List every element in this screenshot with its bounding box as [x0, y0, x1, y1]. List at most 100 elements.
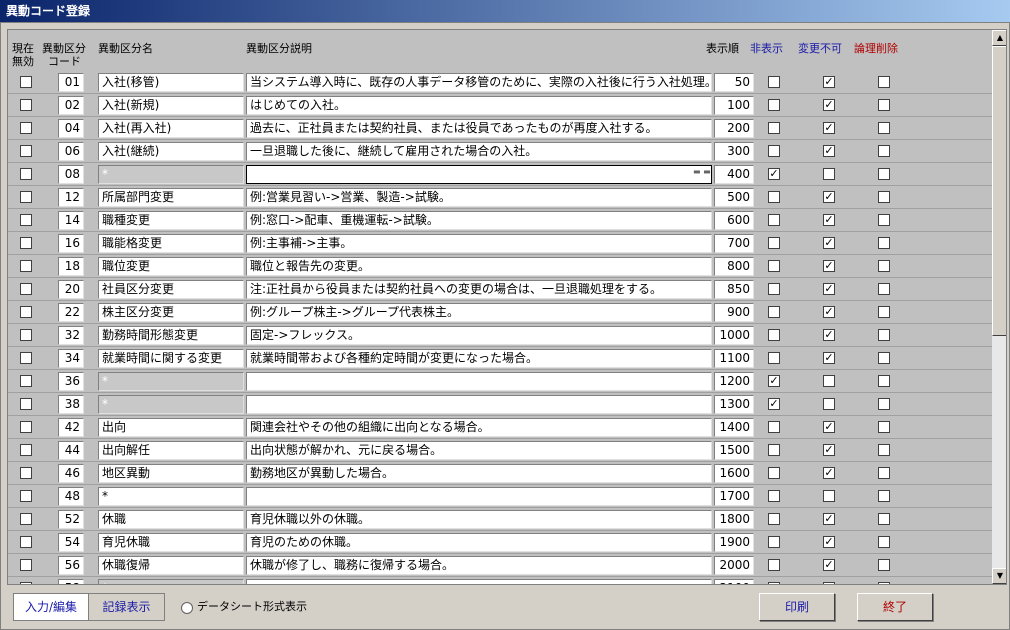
order-field[interactable]: 1500: [714, 441, 754, 460]
deleted-checkbox[interactable]: [878, 191, 890, 203]
name-field[interactable]: *: [98, 579, 244, 584]
locked-checkbox[interactable]: ✓: [823, 421, 835, 433]
hidden-checkbox[interactable]: [768, 306, 780, 318]
scroll-down-icon[interactable]: ▼: [992, 568, 1006, 584]
deleted-checkbox[interactable]: [878, 375, 890, 387]
order-field[interactable]: 1100: [714, 349, 754, 368]
hidden-checkbox[interactable]: [768, 214, 780, 226]
description-field[interactable]: 例:グループ株主->グループ代表株主。: [246, 303, 712, 322]
deleted-checkbox[interactable]: [878, 214, 890, 226]
locked-checkbox[interactable]: ✓: [823, 122, 835, 134]
deleted-checkbox[interactable]: [878, 352, 890, 364]
deleted-checkbox[interactable]: [878, 536, 890, 548]
name-field[interactable]: 入社(移管): [98, 73, 244, 92]
deleted-checkbox[interactable]: [878, 237, 890, 249]
invalid-checkbox[interactable]: [20, 375, 32, 387]
locked-checkbox[interactable]: ✓: [823, 329, 835, 341]
code-field[interactable]: 08: [58, 165, 84, 184]
description-field[interactable]: 過去に、正社員または契約社員、または役員であったものが再度入社する。: [246, 119, 712, 138]
locked-checkbox[interactable]: [823, 490, 835, 502]
deleted-checkbox[interactable]: [878, 513, 890, 525]
name-field[interactable]: 出向解任: [98, 441, 244, 460]
deleted-checkbox[interactable]: [878, 490, 890, 502]
order-field[interactable]: 800: [714, 257, 754, 276]
deleted-checkbox[interactable]: [878, 260, 890, 272]
locked-checkbox[interactable]: ✓: [823, 145, 835, 157]
invalid-checkbox[interactable]: [20, 329, 32, 341]
deleted-checkbox[interactable]: [878, 168, 890, 180]
description-field[interactable]: 勤務地区が異動した場合。: [246, 464, 712, 483]
code-field[interactable]: 18: [58, 257, 84, 276]
invalid-checkbox[interactable]: [20, 214, 32, 226]
description-field[interactable]: 育児のための休職。: [246, 533, 712, 552]
invalid-checkbox[interactable]: [20, 145, 32, 157]
order-field[interactable]: 500: [714, 188, 754, 207]
order-field[interactable]: 1400: [714, 418, 754, 437]
name-field[interactable]: 育児休職: [98, 533, 244, 552]
deleted-checkbox[interactable]: [878, 99, 890, 111]
deleted-checkbox[interactable]: [878, 444, 890, 456]
order-field[interactable]: 1900: [714, 533, 754, 552]
order-field[interactable]: 2100: [714, 579, 754, 584]
locked-checkbox[interactable]: ✓: [823, 513, 835, 525]
deleted-checkbox[interactable]: [878, 306, 890, 318]
code-field[interactable]: 56: [58, 556, 84, 575]
datasheet-radio[interactable]: [181, 602, 193, 614]
order-field[interactable]: 1700: [714, 487, 754, 506]
hidden-checkbox[interactable]: ✓: [768, 375, 780, 387]
name-field[interactable]: 出向: [98, 418, 244, 437]
invalid-checkbox[interactable]: [20, 99, 32, 111]
order-field[interactable]: 1000: [714, 326, 754, 345]
code-field[interactable]: 42: [58, 418, 84, 437]
description-field[interactable]: [246, 372, 712, 391]
invalid-checkbox[interactable]: [20, 536, 32, 548]
deleted-checkbox[interactable]: [878, 421, 890, 433]
deleted-checkbox[interactable]: [878, 329, 890, 341]
hidden-checkbox[interactable]: [768, 352, 780, 364]
description-field[interactable]: 例:営業見習い->営業、製造->試験。: [246, 188, 712, 207]
invalid-checkbox[interactable]: [20, 444, 32, 456]
order-field[interactable]: 1600: [714, 464, 754, 483]
name-field[interactable]: 所属部門変更: [98, 188, 244, 207]
code-field[interactable]: 22: [58, 303, 84, 322]
invalid-checkbox[interactable]: [20, 421, 32, 433]
hidden-checkbox[interactable]: [768, 444, 780, 456]
code-field[interactable]: 20: [58, 280, 84, 299]
deleted-checkbox[interactable]: [878, 145, 890, 157]
code-field[interactable]: 58: [58, 579, 84, 584]
hidden-checkbox[interactable]: [768, 467, 780, 479]
locked-checkbox[interactable]: ✓: [823, 306, 835, 318]
code-field[interactable]: 02: [58, 96, 84, 115]
hidden-checkbox[interactable]: [768, 536, 780, 548]
description-field[interactable]: [246, 579, 712, 584]
hidden-checkbox[interactable]: [768, 490, 780, 502]
locked-checkbox[interactable]: ✓: [823, 99, 835, 111]
code-field[interactable]: 14: [58, 211, 84, 230]
invalid-checkbox[interactable]: [20, 467, 32, 479]
locked-checkbox[interactable]: [823, 168, 835, 180]
code-field[interactable]: 46: [58, 464, 84, 483]
description-field[interactable]: 職位と報告先の変更。: [246, 257, 712, 276]
code-field[interactable]: 36: [58, 372, 84, 391]
code-field[interactable]: 12: [58, 188, 84, 207]
locked-checkbox[interactable]: ✓: [823, 559, 835, 571]
description-field[interactable]: 当システム導入時に、既存の人事データ移管のために、実際の入社後に行う入社処理。: [246, 73, 712, 92]
invalid-checkbox[interactable]: [20, 513, 32, 525]
deleted-checkbox[interactable]: [878, 76, 890, 88]
code-field[interactable]: 38: [58, 395, 84, 414]
deleted-checkbox[interactable]: [878, 559, 890, 571]
order-field[interactable]: 900: [714, 303, 754, 322]
description-field[interactable]: 出向状態が解かれ、元に戻る場合。: [246, 441, 712, 460]
invalid-checkbox[interactable]: [20, 76, 32, 88]
locked-checkbox[interactable]: ✓: [823, 76, 835, 88]
hidden-checkbox[interactable]: [768, 559, 780, 571]
description-field[interactable]: はじめての入社。: [246, 96, 712, 115]
locked-checkbox[interactable]: ✓: [823, 237, 835, 249]
order-field[interactable]: 100: [714, 96, 754, 115]
name-field[interactable]: 社員区分変更: [98, 280, 244, 299]
locked-checkbox[interactable]: [823, 375, 835, 387]
order-field[interactable]: 1300: [714, 395, 754, 414]
order-field[interactable]: 850: [714, 280, 754, 299]
vertical-scrollbar[interactable]: ▲ ▼: [992, 30, 1006, 584]
description-field[interactable]: 関連会社やその他の組織に出向となる場合。: [246, 418, 712, 437]
